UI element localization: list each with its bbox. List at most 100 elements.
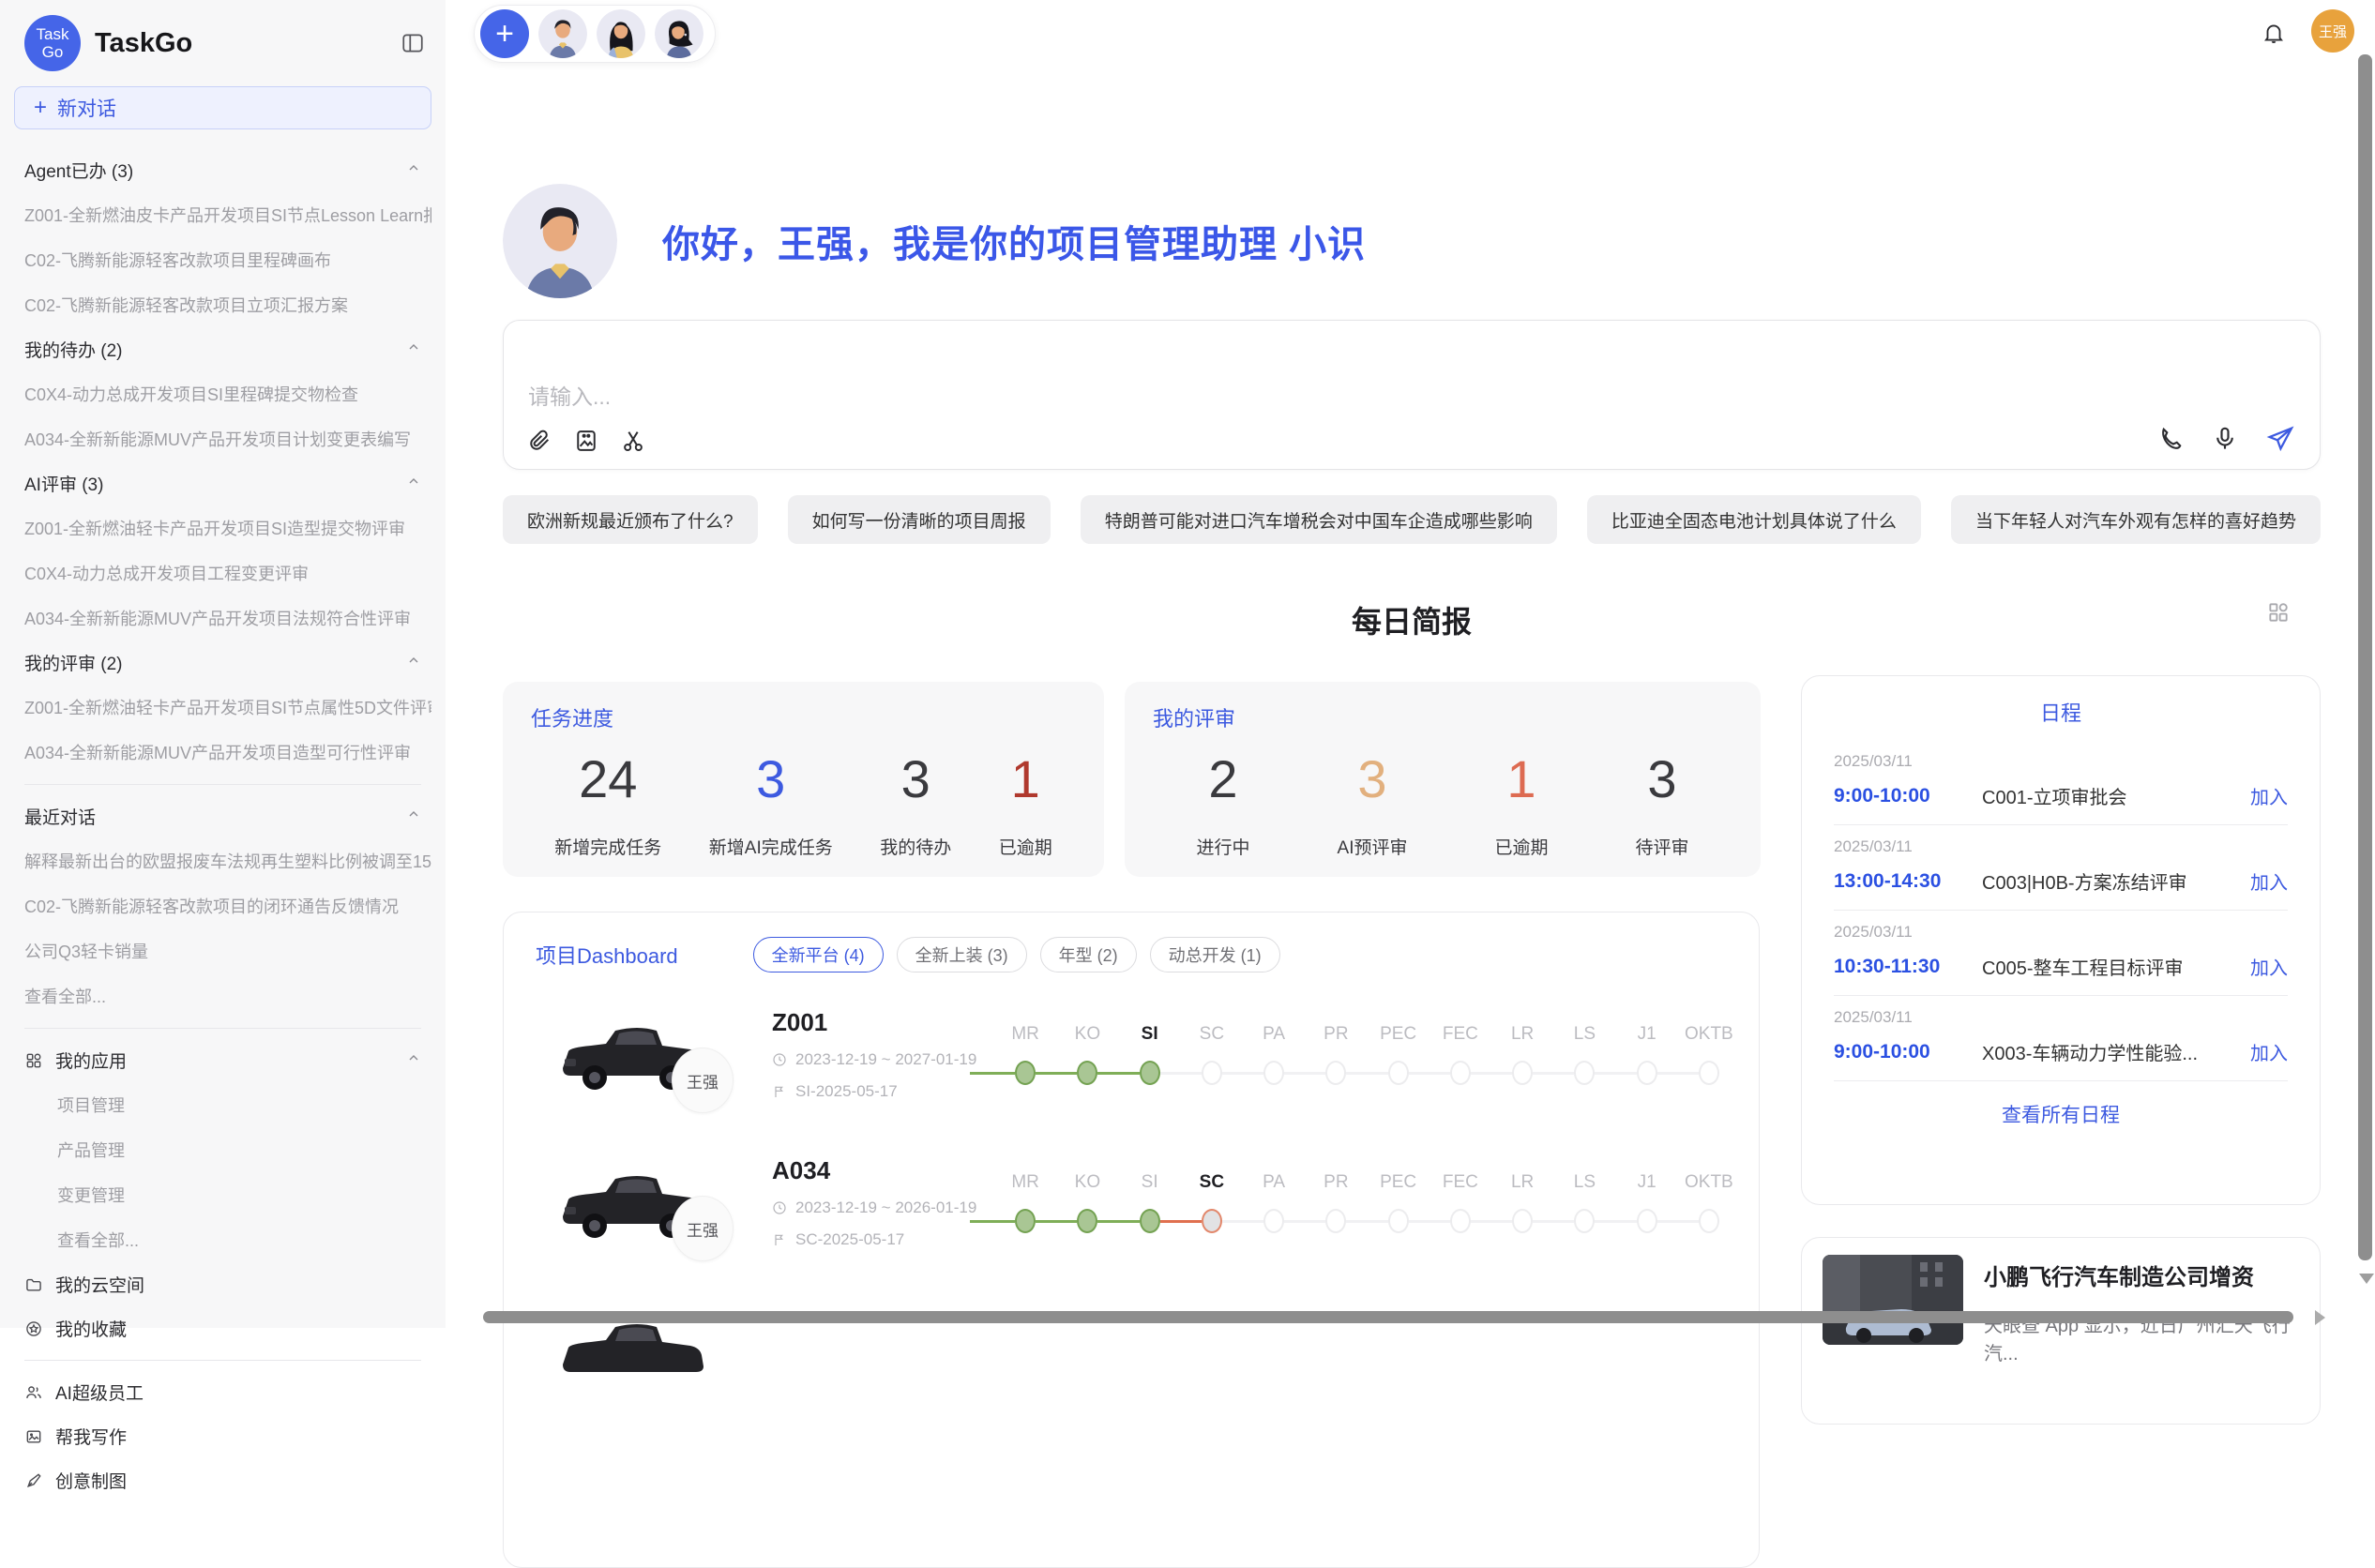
milestone: SI (1119, 1171, 1181, 1233)
suggestion-chip[interactable]: 特朗普可能对进口汽车增税会对中国车企造成哪些影响 (1081, 495, 1557, 544)
project-info: Z001 2023-12-19 ~ 2027-01-19 SI-2025-05-… (772, 1008, 976, 1101)
sidebar-item-project-mgmt[interactable]: 项目管理 (14, 1082, 431, 1127)
section-ai-review[interactable]: AI评审 (3) (14, 461, 431, 505)
suggestion-chip[interactable]: 当下年轻人对汽车外观有怎样的喜好趋势 (1951, 495, 2321, 544)
stat-label: AI预评审 (1338, 834, 1408, 859)
horizontal-scrollbar-thumb[interactable] (483, 1311, 2293, 1323)
tab-powertrain[interactable]: 动总开发 (1) (1150, 937, 1280, 972)
phone-icon[interactable] (2156, 425, 2185, 453)
section-my-todo[interactable]: 我的待办 (2) (14, 327, 431, 371)
people-icon (24, 1383, 43, 1402)
list-item[interactable]: A034-全新新能源MUV产品开发项目造型可行性评审 (14, 730, 431, 775)
sidebar-item-creative-draw[interactable]: 创意制图 (14, 1458, 431, 1502)
agent-avatar[interactable] (655, 9, 703, 58)
sidebar-item-my-apps[interactable]: 我的应用 (14, 1038, 431, 1082)
project-row[interactable]: 王强 A034 2023-12-19 ~ 2026-01-19 SC-2025-… (553, 1154, 1740, 1297)
section-agent-done[interactable]: Agent已办 (3) (14, 148, 431, 192)
section-my-review[interactable]: 我的评审 (2) (14, 641, 431, 685)
composer-right-tools (2156, 424, 2295, 454)
scroll-right-arrow-icon[interactable] (2315, 1310, 2325, 1325)
stat-label: 待评审 (1635, 834, 1688, 859)
image-upload-icon[interactable] (573, 428, 599, 454)
project-dates: 2023-12-19 ~ 2027-01-19 (772, 1050, 976, 1069)
scissors-icon[interactable] (620, 428, 646, 454)
view-all-link[interactable]: 查看全部... (14, 973, 431, 1018)
sidebar-item-product-mgmt[interactable]: 产品管理 (14, 1127, 431, 1172)
list-item[interactable]: C0X4-动力总成开发项目SI里程碑提交物检查 (14, 371, 431, 416)
list-item[interactable]: A034-全新新能源MUV产品开发项目法规符合性评审 (14, 596, 431, 641)
user-avatar[interactable]: 王强 (2311, 9, 2354, 53)
view-all-link[interactable]: 查看全部... (14, 1217, 431, 1262)
sidebar-item-favorites[interactable]: 我的收藏 (14, 1306, 431, 1350)
join-link[interactable]: 加入 (2250, 1038, 2288, 1065)
sidebar-item-help-write[interactable]: 帮我写作 (14, 1414, 431, 1458)
app-title: TaskGo (95, 28, 401, 59)
tab-new-body[interactable]: 全新上装 (3) (897, 937, 1027, 972)
milestone-dot (1699, 1061, 1719, 1085)
list-item[interactable]: 解释最新出台的欧盟报废车法规再生塑料比例被调至15%... (14, 838, 431, 883)
schedule-event-title: X003-车辆动力学性能验... (1982, 1038, 2250, 1065)
sidebar-item-ai-employee[interactable]: AI超级员工 (14, 1370, 431, 1414)
list-item[interactable]: Z001-全新燃油轻卡产品开发项目SI节点属性5D文件评审 (14, 685, 431, 730)
stat-value: 1 (1494, 749, 1548, 809)
suggestion-chip[interactable]: 如何写一份清晰的项目周报 (788, 495, 1051, 544)
milestone-dot (1325, 1061, 1346, 1085)
milestone-dot (1637, 1209, 1657, 1233)
list-item[interactable]: Z001-全新燃油轻卡产品开发项目SI造型提交物评审 (14, 505, 431, 550)
agent-avatar[interactable] (597, 9, 645, 58)
section-recent-chats[interactable]: 最近对话 (14, 794, 431, 838)
suggestion-chip[interactable]: 比亚迪全固态电池计划具体说了什么 (1587, 495, 1921, 544)
project-row[interactable] (553, 1303, 1740, 1445)
news-image (1823, 1255, 1963, 1345)
collapse-sidebar-icon[interactable] (401, 31, 425, 55)
list-item[interactable]: C02-飞腾新能源轻客改款项目的闭环通告反馈情况 (14, 883, 431, 928)
layout-grid-icon[interactable] (2266, 600, 2291, 625)
news-text: 小鹏飞行汽车制造公司增资 天眼查 App 显示，近日广州汇天飞行汽... (1984, 1255, 2299, 1407)
new-chat-button[interactable]: + 新对话 (14, 86, 431, 129)
sidebar-nav: Agent已办 (3) Z001-全新燃油皮卡产品开发项目SI节点Lesson … (0, 143, 446, 1502)
agent-avatar[interactable] (538, 9, 587, 58)
vertical-scrollbar-thumb[interactable] (2358, 54, 2372, 1260)
chevron-up-icon (406, 807, 421, 827)
list-item[interactable]: Z001-全新燃油皮卡产品开发项目SI节点Lesson Learn报告 (14, 192, 431, 237)
send-icon[interactable] (2265, 424, 2295, 454)
tab-year-model[interactable]: 年型 (2) (1040, 937, 1137, 972)
tab-new-platform[interactable]: 全新平台 (4) (753, 937, 884, 972)
list-item[interactable]: A034-全新新能源MUV产品开发项目计划变更表编写 (14, 416, 431, 461)
milestone-track: MR KO SI SC PA PR PEC FEC LR LS J1 OKTB (994, 1171, 1740, 1233)
grid-icon (24, 1051, 43, 1070)
project-row[interactable]: 王强 Z001 2023-12-19 ~ 2027-01-19 SI-2025-… (553, 1006, 1740, 1149)
view-all-schedule-link[interactable]: 查看所有日程 (1834, 1081, 2288, 1147)
join-link[interactable]: 加入 (2250, 953, 2288, 980)
milestone-dot (1574, 1061, 1595, 1085)
join-link[interactable]: 加入 (2250, 867, 2288, 895)
project-flag-date: SC-2025-05-17 (772, 1230, 976, 1249)
notification-bell-icon[interactable] (2262, 21, 2286, 45)
sidebar-item-cloud-space[interactable]: 我的云空间 (14, 1262, 431, 1306)
list-item[interactable]: C02-飞腾新能源轻客改款项目里程碑画布 (14, 237, 431, 282)
list-item[interactable]: 公司Q3轻卡销量 (14, 928, 431, 973)
pen-icon (24, 1471, 43, 1490)
list-item[interactable]: C02-飞腾新能源轻客改款项目立项汇报方案 (14, 282, 431, 327)
dashboard-title: 项目Dashboard (536, 940, 678, 970)
agent-crew-bar: + (474, 5, 716, 63)
milestone: FEC (1430, 1171, 1491, 1233)
join-link[interactable]: 加入 (2250, 782, 2288, 809)
sidebar-item-change-mgmt[interactable]: 变更管理 (14, 1172, 431, 1217)
news-card[interactable]: 小鹏飞行汽车制造公司增资 天眼查 App 显示，近日广州汇天飞行汽... (1801, 1237, 2321, 1425)
attachment-icon[interactable] (526, 428, 552, 454)
schedule-date: 2025/03/11 (1834, 923, 2288, 942)
list-item[interactable]: C0X4-动力总成开发项目工程变更评审 (14, 550, 431, 596)
stats: 2 进行中 3 AI预评审 1 已逾期 3 待评审 (1153, 749, 1732, 859)
milestone-dot (1077, 1061, 1097, 1085)
chevron-up-icon (406, 653, 421, 673)
microphone-icon[interactable] (2211, 425, 2239, 453)
milestone-dot (1699, 1209, 1719, 1233)
scroll-down-arrow-icon[interactable] (2359, 1274, 2374, 1284)
add-agent-button[interactable]: + (480, 9, 529, 58)
chat-composer[interactable]: 请输入... (503, 320, 2321, 470)
milestone-dot (1450, 1209, 1471, 1233)
suggestion-chip[interactable]: 欧洲新规最近颁布了什么? (503, 495, 758, 544)
stat: 3 AI预评审 (1338, 749, 1408, 859)
milestone: SI (1119, 1023, 1181, 1085)
